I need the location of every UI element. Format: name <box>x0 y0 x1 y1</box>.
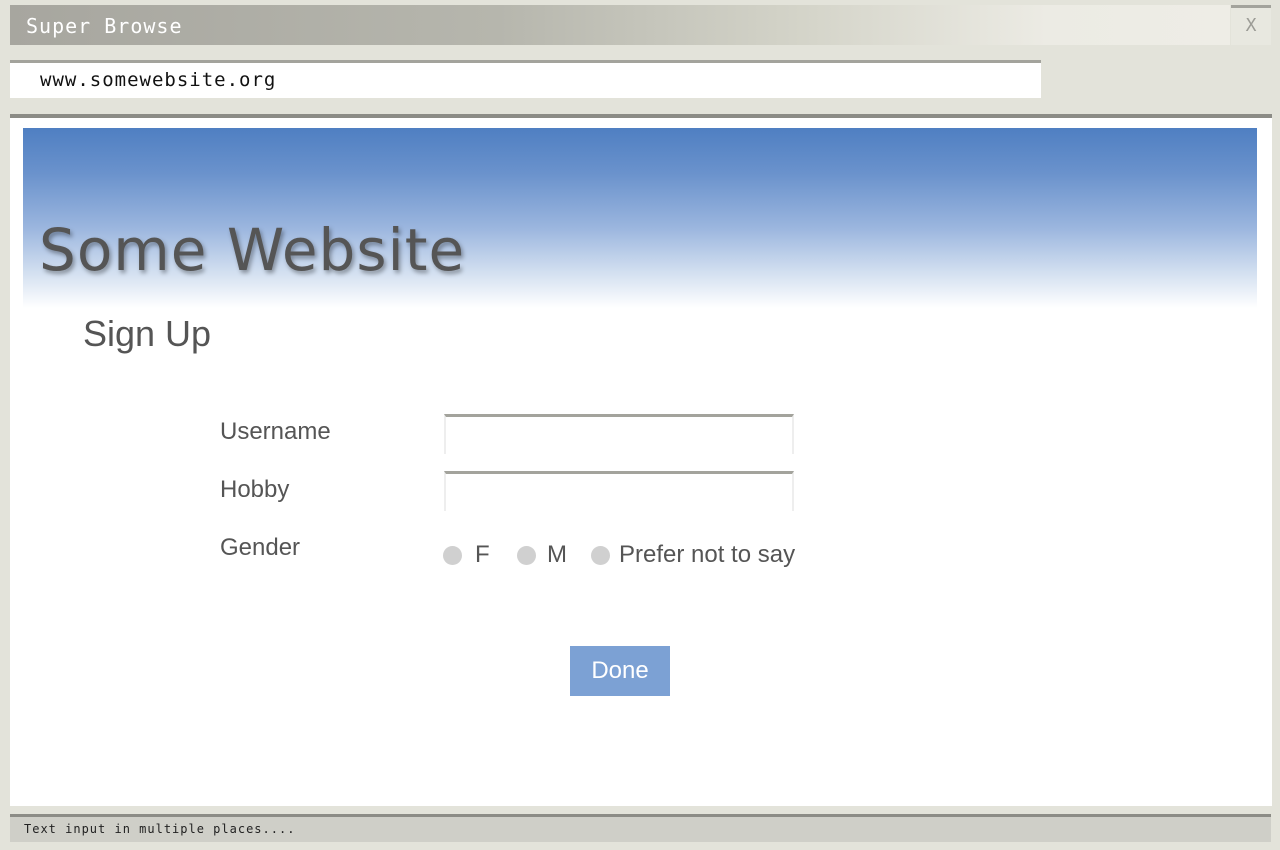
status-bar: Text input in multiple places.... <box>10 814 1271 842</box>
radio-label: F <box>475 541 490 568</box>
radio-label: Prefer not to say <box>619 541 796 568</box>
done-button[interactable]: Done <box>570 646 670 696</box>
gender-radio-m[interactable]: M <box>517 541 577 571</box>
close-button[interactable]: X <box>1231 5 1271 45</box>
radio-label: M <box>547 541 567 568</box>
radio-button[interactable] <box>517 546 536 565</box>
gender-label: Gender <box>220 534 301 561</box>
site-title: Some Website <box>39 216 466 284</box>
hobby-label: Hobby <box>220 476 290 503</box>
site-header: Some Website <box>23 128 1257 308</box>
browser-titlebar: Super Browse <box>10 5 1230 45</box>
page-title: Sign Up <box>83 313 212 354</box>
status-text: Text input in multiple places.... <box>24 822 296 836</box>
username-field[interactable] <box>444 414 794 454</box>
radio-button[interactable] <box>591 546 610 565</box>
gender-radio-f[interactable]: F <box>443 541 498 571</box>
address-bar[interactable]: www.somewebsite.org <box>10 60 1041 98</box>
hobby-field[interactable] <box>444 471 794 511</box>
gender-radio-prefer-not-to-say[interactable]: Prefer not to say <box>591 541 796 571</box>
url-text[interactable]: www.somewebsite.org <box>40 69 276 91</box>
app-title: Super Browse <box>26 14 183 38</box>
username-label: Username <box>220 418 331 445</box>
page-viewport: Some Website Sign Up Username Hobby Gend… <box>10 114 1272 806</box>
radio-button[interactable] <box>443 546 462 565</box>
